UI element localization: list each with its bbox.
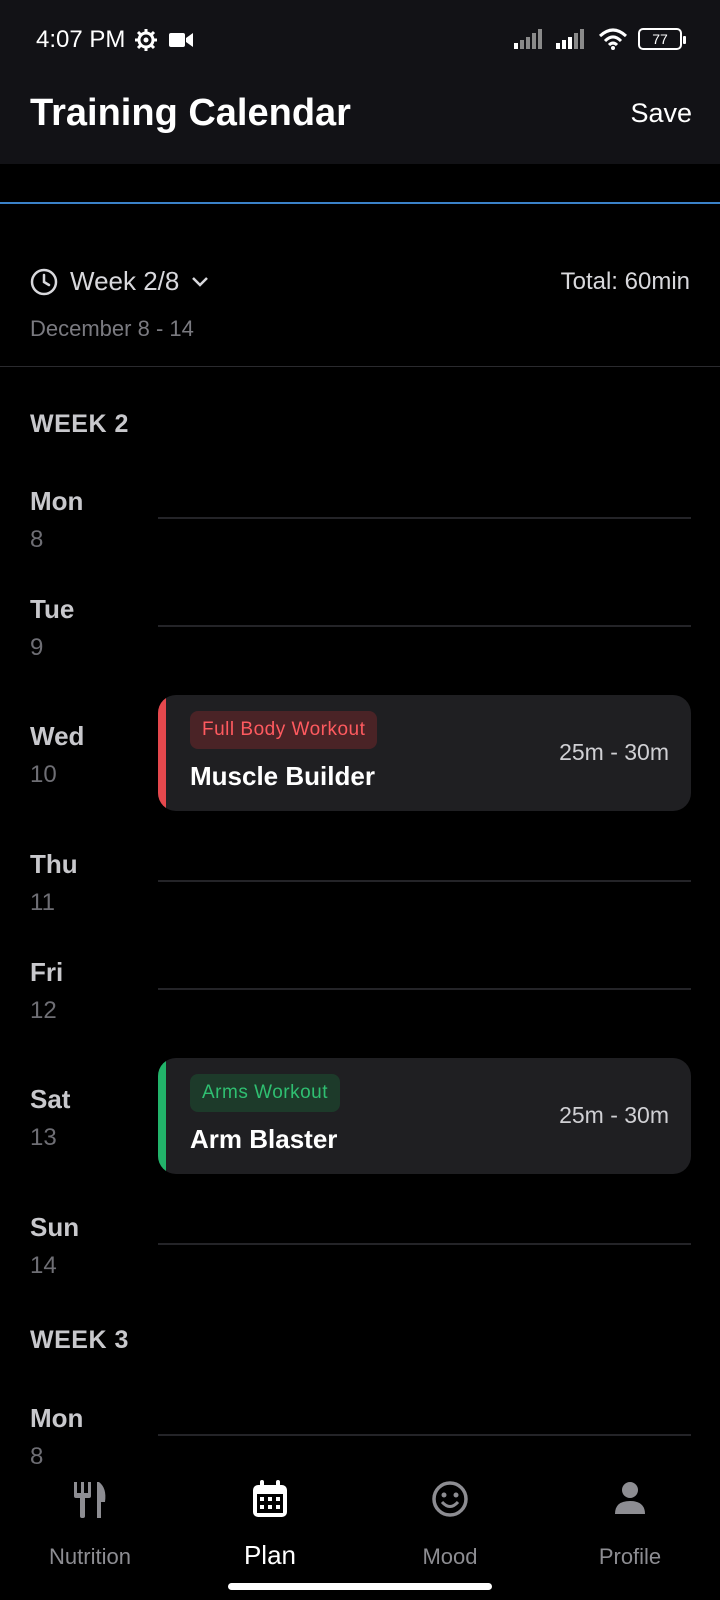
nav-label: Plan (243, 1540, 297, 1570)
status-bar: 4:07 PM 77 (0, 0, 720, 80)
day-slot-empty[interactable] (158, 1243, 691, 1245)
nav-label: Nutrition (49, 1544, 131, 1569)
nav-label: Mood (422, 1544, 478, 1569)
calendar-icon (253, 1480, 287, 1517)
nav-item-plan[interactable]: Plan (180, 1466, 360, 1570)
date-range: December 8 - 14 (30, 316, 194, 341)
day-slot-empty[interactable] (158, 625, 691, 627)
nav-item-nutrition[interactable]: Nutrition (0, 1466, 180, 1569)
workout-duration: 25m - 30m (559, 739, 669, 765)
bottom-nav: Nutrition Plan Mood Profile (0, 1466, 720, 1600)
workout-title: Arm Blaster (190, 1124, 338, 1154)
chevron-down-icon (192, 276, 209, 287)
day-number: 11 (30, 889, 55, 916)
card-accent (158, 695, 166, 811)
day-name: Sat (30, 1084, 71, 1114)
day-number: 8 (30, 526, 44, 553)
battery-icon: 77 (638, 28, 686, 50)
app-header: Training Calendar Save (0, 80, 720, 164)
card-accent (158, 1058, 166, 1174)
day-number: 14 (30, 1252, 57, 1279)
day-name: Fri (30, 957, 64, 987)
day-slot-empty[interactable] (158, 880, 691, 882)
day-name: Sun (30, 1212, 80, 1242)
wifi-icon (598, 28, 628, 50)
workout-card[interactable]: Arms Workout Arm Blaster 25m - 30m (158, 1058, 691, 1174)
week-selector[interactable]: Week 2/8 (30, 266, 209, 297)
day-name: Mon (30, 1403, 84, 1433)
day-name: Wed (30, 721, 85, 751)
day-slot-empty[interactable] (158, 988, 691, 990)
home-indicator[interactable] (228, 1583, 492, 1590)
nav-item-mood[interactable]: Mood (360, 1466, 540, 1569)
signal-icon (556, 29, 584, 49)
day-slot-empty[interactable] (158, 1434, 691, 1436)
workout-card[interactable]: Full Body Workout Muscle Builder 25m - 3… (158, 695, 691, 811)
fork-knife-icon (74, 1482, 106, 1518)
week-label: Week 2/8 (70, 266, 180, 296)
workout-title: Muscle Builder (190, 761, 375, 791)
divider (0, 366, 720, 367)
page-title: Training Calendar (30, 92, 351, 134)
status-icons-left (134, 28, 194, 52)
status-time: 4:07 PM (36, 26, 126, 53)
video-camera-icon (169, 33, 193, 47)
clock-icon (30, 268, 58, 295)
day-number: 13 (30, 1124, 57, 1151)
gear-icon (135, 29, 157, 51)
signal-icon (514, 29, 542, 49)
workout-duration: 25m - 30m (559, 1102, 669, 1128)
person-icon (615, 1482, 645, 1514)
day-number: 10 (30, 761, 57, 788)
save-button[interactable]: Save (630, 98, 692, 129)
total-duration: Total: 60min (560, 268, 690, 295)
day-number: 9 (30, 634, 44, 661)
week-heading: WEEK 3 (30, 1326, 129, 1354)
header-divider (0, 202, 720, 204)
day-name: Thu (30, 849, 78, 879)
nav-label: Profile (598, 1544, 662, 1569)
workout-tag: Full Body Workout (190, 711, 378, 749)
day-name: Tue (30, 594, 75, 624)
smiley-icon (432, 1481, 468, 1517)
week-heading: WEEK 2 (30, 410, 129, 438)
day-slot-empty[interactable] (158, 517, 691, 519)
day-number: 12 (30, 997, 57, 1024)
workout-tag: Arms Workout (190, 1074, 341, 1112)
nav-item-profile[interactable]: Profile (540, 1466, 720, 1569)
status-icons-right: 77 (514, 28, 686, 50)
day-name: Mon (30, 486, 84, 516)
